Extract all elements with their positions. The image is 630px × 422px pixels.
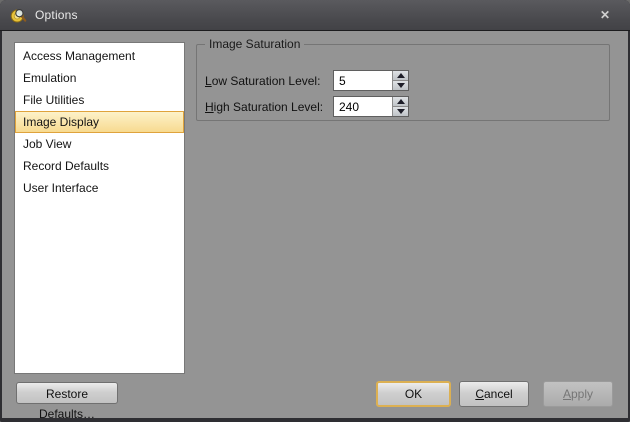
arrow-down-icon [397, 109, 405, 114]
sidebar-item-job-view[interactable]: Job View [15, 133, 184, 155]
cancel-button[interactable]: Cancel [459, 381, 529, 407]
sidebar-item-file-utilities[interactable]: File Utilities [15, 89, 184, 111]
low-saturation-input[interactable] [334, 71, 392, 90]
high-saturation-row: High Saturation Level: [205, 96, 333, 117]
title-bar[interactable]: Options ✕ [0, 0, 630, 31]
dialog-content: Access Management Emulation File Utiliti… [2, 31, 628, 418]
close-icon[interactable]: ✕ [594, 6, 616, 24]
options-dialog: Options ✕ Access Management Emulation Fi… [0, 0, 630, 422]
low-saturation-spinner [392, 71, 408, 90]
sidebar-item-emulation[interactable]: Emulation [15, 67, 184, 89]
arrow-up-icon [397, 73, 405, 78]
high-saturation-input[interactable] [334, 97, 392, 116]
sidebar-item-record-defaults[interactable]: Record Defaults [15, 155, 184, 177]
spin-up-button[interactable] [393, 97, 408, 107]
spin-down-button[interactable] [393, 81, 408, 90]
image-saturation-group: Image Saturation Low Saturation Level: H… [196, 44, 610, 121]
low-saturation-label: Low Saturation Level: [205, 74, 333, 88]
arrow-down-icon [397, 83, 405, 88]
high-saturation-spinner [392, 97, 408, 116]
sidebar-item-image-display[interactable]: Image Display [15, 111, 184, 133]
sidebar-item-access-management[interactable]: Access Management [15, 45, 184, 67]
low-saturation-spinbox [333, 70, 409, 91]
options-app-icon [10, 7, 27, 24]
restore-defaults-button[interactable]: Restore Defaults… [16, 382, 118, 404]
sidebar-item-user-interface[interactable]: User Interface [15, 177, 184, 199]
ok-button[interactable]: OK [376, 381, 451, 407]
arrow-up-icon [397, 99, 405, 104]
spin-up-button[interactable] [393, 71, 408, 81]
group-title: Image Saturation [205, 37, 304, 51]
spin-down-button[interactable] [393, 107, 408, 116]
apply-button[interactable]: Apply [543, 381, 613, 407]
high-saturation-label: High Saturation Level: [205, 100, 333, 114]
low-saturation-row: Low Saturation Level: [205, 70, 333, 91]
window-title: Options [35, 8, 78, 22]
high-saturation-spinbox [333, 96, 409, 117]
category-list[interactable]: Access Management Emulation File Utiliti… [14, 42, 185, 374]
